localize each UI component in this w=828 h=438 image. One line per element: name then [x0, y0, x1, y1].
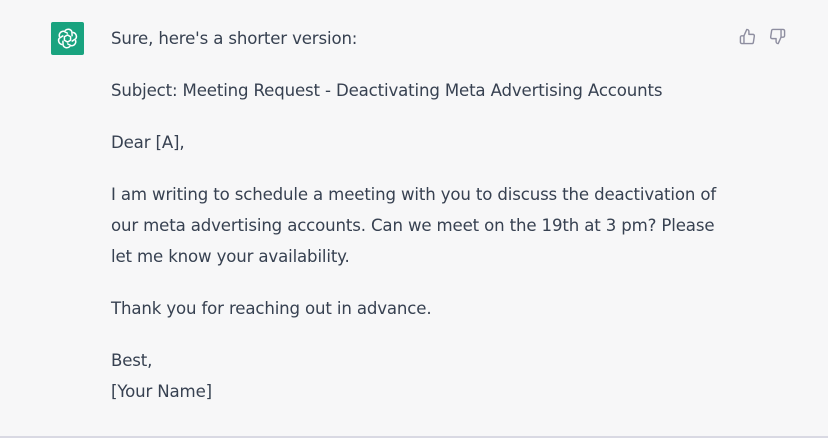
openai-logo-icon — [57, 28, 78, 49]
email-body: I am writing to schedule a meeting with … — [111, 179, 721, 272]
email-subject: Subject: Meeting Request - Deactivating … — [111, 81, 663, 100]
assistant-message: Sure, here's a shorter version: Subject:… — [0, 0, 828, 436]
thumbs-down-button[interactable] — [767, 26, 787, 46]
email-signature: [Your Name] — [111, 382, 212, 401]
thumbs-down-icon — [769, 28, 785, 44]
email-signoff: Best, — [111, 351, 153, 370]
thumbs-up-icon — [739, 28, 755, 44]
thumbs-up-button[interactable] — [737, 26, 757, 46]
message-content: Sure, here's a shorter version: Subject:… — [111, 23, 721, 407]
email-body-line: I am writing to schedule a meeting with … — [111, 185, 717, 204]
assistant-avatar — [51, 22, 84, 55]
email-body-line: let me know your availability. — [111, 247, 350, 266]
email-thanks: Thank you for reaching out in advance. — [111, 299, 432, 318]
feedback-actions — [737, 26, 787, 46]
message-intro: Sure, here's a shorter version: — [111, 29, 358, 48]
email-greeting: Dear [A], — [111, 133, 185, 152]
email-closing: Best, [Your Name] — [111, 345, 721, 407]
email-body-line: our meta advertising accounts. Can we me… — [111, 216, 715, 235]
